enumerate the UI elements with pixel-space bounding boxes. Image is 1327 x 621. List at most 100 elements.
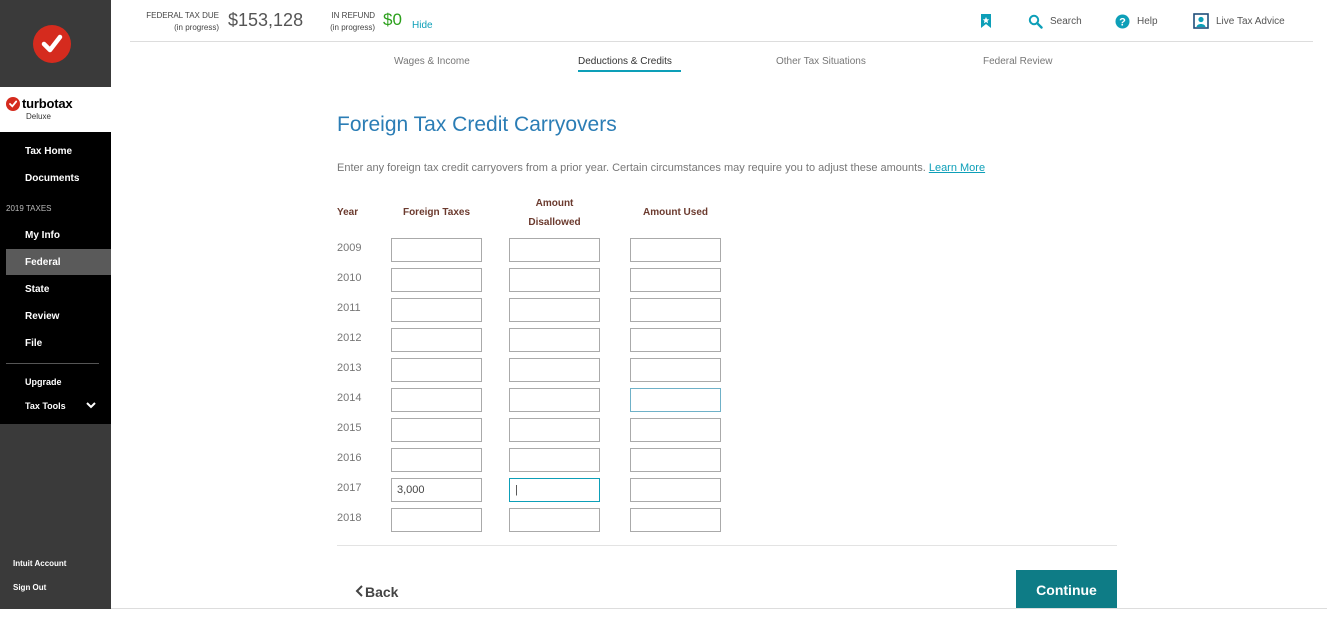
year-label: 2013 bbox=[337, 362, 362, 374]
intro-body: Enter any foreign tax credit carryovers … bbox=[337, 162, 926, 174]
foreign-taxes-input[interactable] bbox=[391, 388, 482, 412]
year-label: 2009 bbox=[337, 242, 362, 254]
chevron-left-icon bbox=[355, 585, 363, 597]
sidebar-item-sign-out[interactable]: Sign Out bbox=[13, 583, 46, 592]
amount-used-input[interactable] bbox=[630, 328, 721, 352]
sidebar-divider bbox=[6, 363, 99, 364]
intro-text: Enter any foreign tax credit carryovers … bbox=[337, 162, 985, 174]
continue-button[interactable]: Continue bbox=[1016, 570, 1117, 609]
brand-edition: Deluxe bbox=[26, 112, 51, 121]
amount-used-input[interactable] bbox=[630, 388, 721, 412]
turbotax-check-logo-icon[interactable] bbox=[33, 25, 71, 63]
sidebar-item-tax-home[interactable]: Tax Home bbox=[25, 146, 72, 157]
amount-used-input[interactable] bbox=[630, 478, 721, 502]
sidebar-item-upgrade[interactable]: Upgrade bbox=[25, 377, 62, 387]
year-label: 2012 bbox=[337, 332, 362, 344]
foreign-taxes-input[interactable] bbox=[391, 298, 482, 322]
year-label: 2010 bbox=[337, 272, 362, 284]
year-label: 2011 bbox=[337, 302, 361, 314]
refund-amount: $0 bbox=[383, 10, 402, 29]
federal-tax-label-line2: (in progress) bbox=[174, 23, 219, 32]
brand-name: turbotax bbox=[22, 96, 73, 111]
year-label: 2015 bbox=[337, 422, 362, 434]
help-link[interactable]: Help bbox=[1137, 16, 1158, 27]
sidebar-lower-area bbox=[0, 424, 111, 609]
column-header-amount-disallowed-line1: Amount bbox=[535, 198, 574, 209]
app-root: turbotax Deluxe Tax Home Documents 2019 … bbox=[0, 0, 1327, 621]
active-tab-underline bbox=[578, 70, 681, 72]
sidebar-item-state[interactable]: State bbox=[25, 284, 49, 295]
refund-label-line2: (in progress) bbox=[330, 23, 375, 32]
sidebar-item-my-info[interactable]: My Info bbox=[25, 230, 60, 241]
column-header-year: Year bbox=[337, 207, 359, 218]
search-icon[interactable] bbox=[1028, 14, 1043, 29]
tab-other-tax-situations[interactable]: Other Tax Situations bbox=[776, 56, 866, 67]
column-header-amount-disallowed: Amount Disallowed bbox=[509, 194, 600, 232]
amount-disallowed-input[interactable] bbox=[509, 328, 600, 352]
amount-disallowed-input[interactable] bbox=[509, 448, 600, 472]
amount-disallowed-input[interactable] bbox=[509, 478, 600, 502]
content-divider bbox=[337, 545, 1117, 546]
tab-federal-review[interactable]: Federal Review bbox=[983, 56, 1052, 67]
foreign-taxes-input[interactable] bbox=[391, 268, 482, 292]
help-icon[interactable]: ? bbox=[1115, 14, 1130, 29]
tab-wages-income[interactable]: Wages & Income bbox=[394, 56, 470, 67]
federal-tax-label: FEDERAL TAX DUE (in progress) bbox=[130, 10, 219, 34]
year-label: 2014 bbox=[337, 392, 362, 404]
foreign-taxes-input[interactable] bbox=[391, 418, 482, 442]
sidebar: turbotax Deluxe Tax Home Documents 2019 … bbox=[0, 0, 111, 609]
federal-tax-amount: $153,128 bbox=[228, 10, 304, 30]
sidebar-item-review[interactable]: Review bbox=[25, 311, 59, 322]
svg-text:?: ? bbox=[1119, 17, 1126, 29]
amount-used-input[interactable] bbox=[630, 358, 721, 382]
foreign-taxes-input[interactable] bbox=[391, 238, 482, 262]
top-bar bbox=[130, 0, 1313, 42]
sidebar-item-tax-tools[interactable]: Tax Tools bbox=[25, 401, 66, 411]
back-button[interactable]: Back bbox=[354, 584, 398, 600]
hide-link[interactable]: Hide bbox=[412, 20, 433, 31]
amount-disallowed-input[interactable] bbox=[509, 268, 600, 292]
year-label: 2017 bbox=[337, 482, 362, 494]
foreign-taxes-input[interactable] bbox=[391, 478, 482, 502]
sidebar-item-documents[interactable]: Documents bbox=[25, 173, 79, 184]
footer-divider bbox=[111, 608, 1327, 609]
column-header-amount-used: Amount Used bbox=[643, 207, 708, 218]
federal-tax-label-line1: FEDERAL TAX DUE bbox=[146, 11, 219, 20]
column-header-amount-disallowed-line2: Disallowed bbox=[528, 217, 581, 228]
amount-used-input[interactable] bbox=[630, 508, 721, 532]
brand-check-icon bbox=[6, 97, 20, 111]
amount-disallowed-input[interactable] bbox=[509, 388, 600, 412]
learn-more-link[interactable]: Learn More bbox=[929, 162, 985, 174]
live-advice-icon[interactable] bbox=[1193, 13, 1209, 29]
refund-label: IN REFUND (in progress) bbox=[318, 10, 375, 34]
amount-disallowed-input[interactable] bbox=[509, 298, 600, 322]
search-link[interactable]: Search bbox=[1050, 16, 1082, 27]
amount-disallowed-input[interactable] bbox=[509, 238, 600, 262]
amount-used-input[interactable] bbox=[630, 448, 721, 472]
foreign-taxes-input[interactable] bbox=[391, 508, 482, 532]
year-label: 2018 bbox=[337, 512, 362, 524]
bookmark-icon[interactable] bbox=[980, 13, 992, 29]
tab-deductions-credits[interactable]: Deductions & Credits bbox=[578, 56, 672, 67]
amount-used-input[interactable] bbox=[630, 298, 721, 322]
chevron-down-icon[interactable] bbox=[86, 401, 96, 409]
column-header-foreign-taxes: Foreign Taxes bbox=[402, 207, 471, 218]
foreign-taxes-input[interactable] bbox=[391, 448, 482, 472]
sidebar-item-intuit-account[interactable]: Intuit Account bbox=[13, 559, 66, 568]
amount-used-input[interactable] bbox=[630, 238, 721, 262]
amount-used-input[interactable] bbox=[630, 268, 721, 292]
year-label: 2016 bbox=[337, 452, 362, 464]
logo-area bbox=[0, 0, 111, 87]
sidebar-item-file[interactable]: File bbox=[25, 338, 42, 349]
amount-disallowed-input[interactable] bbox=[509, 508, 600, 532]
foreign-taxes-input[interactable] bbox=[391, 358, 482, 382]
live-tax-advice-link[interactable]: Live Tax Advice bbox=[1216, 16, 1285, 27]
page-title: Foreign Tax Credit Carryovers bbox=[337, 113, 617, 136]
amount-disallowed-input[interactable] bbox=[509, 358, 600, 382]
refund-label-line1: IN REFUND bbox=[331, 11, 375, 20]
amount-disallowed-input[interactable] bbox=[509, 418, 600, 442]
sidebar-item-federal[interactable]: Federal bbox=[25, 257, 61, 268]
foreign-taxes-input[interactable] bbox=[391, 328, 482, 352]
amount-used-input[interactable] bbox=[630, 418, 721, 442]
back-label: Back bbox=[365, 584, 399, 600]
